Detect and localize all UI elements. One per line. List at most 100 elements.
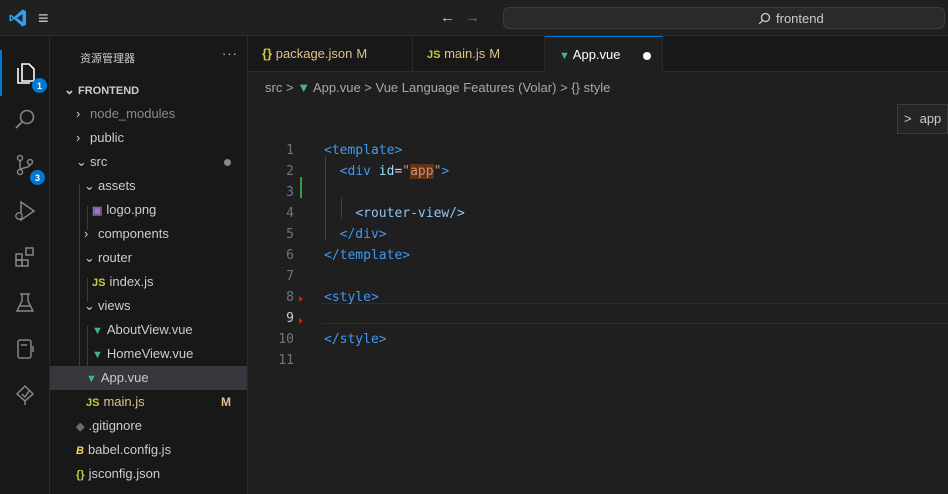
outline-peek-widget[interactable]: > app <box>897 104 948 134</box>
modified-badge: M <box>356 46 368 61</box>
code-token-highlighted: app <box>410 164 434 179</box>
search-text: frontend <box>776 11 824 26</box>
explorer-badge: 1 <box>32 78 47 93</box>
tree-item-index-js[interactable]: JS index.js <box>50 270 247 294</box>
vue-file-icon: ▼ <box>92 325 103 337</box>
tree-item-babel-config[interactable]: Bbabel.config.js <box>50 438 247 462</box>
tree-item-assets[interactable]: ⌄ assets <box>50 174 247 198</box>
breadcrumb-style[interactable]: style <box>584 80 611 95</box>
code-line: 5 </div> <box>248 224 948 245</box>
line-number: 8 <box>286 290 294 305</box>
line-number: 7 <box>286 269 294 284</box>
tree-item-src[interactable]: ⌄ src <box>50 150 247 174</box>
explorer-activity[interactable]: 1 <box>0 50 50 96</box>
git-file-icon: ◆ <box>76 421 85 433</box>
outline-peek-label: app <box>919 111 942 126</box>
notebook-activity[interactable] <box>0 326 50 372</box>
tree-item-public[interactable]: › public <box>50 126 247 150</box>
nav-forward-button[interactable]: → <box>465 9 490 26</box>
code-token: " <box>402 164 411 179</box>
modified-badge: M <box>489 46 501 61</box>
braces-icon: {} <box>571 80 580 95</box>
tree-item-aboutview-vue[interactable]: ▼ AboutView.vue <box>50 318 247 342</box>
vue-file-icon: ▼ <box>559 50 570 62</box>
code-line: 2 <div id="app"> <box>248 161 948 182</box>
scm-badge: 3 <box>30 170 45 185</box>
chevron-down-icon: ⌄ <box>84 178 95 193</box>
tree-item-label: index.js <box>109 274 154 289</box>
extensions-activity[interactable] <box>0 234 50 280</box>
chevron-right-icon: › <box>76 106 81 121</box>
more-actions-icon[interactable]: ··· <box>222 46 238 61</box>
tree-item-router[interactable]: ⌄ router <box>50 246 247 270</box>
tree-item-jsconfig[interactable]: {} jsconfig.json <box>50 462 247 486</box>
js-file-icon: JS <box>92 277 106 289</box>
source-control-activity[interactable]: 3 <box>0 142 50 188</box>
flask-icon <box>15 293 35 312</box>
code-token: > <box>441 164 450 179</box>
code-token: <style> <box>324 290 379 305</box>
tree-item-label: babel.config.js <box>87 442 172 457</box>
code-line: 6 </template> <box>248 245 948 266</box>
tree-item-label: App.vue <box>100 370 149 385</box>
explorer-title: 资源管理器 <box>80 53 135 65</box>
breadcrumb-separator: > <box>285 80 294 95</box>
tab-main-js[interactable]: JS main.js M <box>413 36 545 71</box>
tree-item-label: main.js <box>103 394 145 409</box>
code-line-current: 9 <box>248 308 948 329</box>
breadcrumb-src[interactable]: src <box>265 80 282 95</box>
babel-file-icon: B <box>76 445 84 457</box>
js-file-icon: JS <box>86 397 100 409</box>
chevron-right-icon: > <box>904 111 912 126</box>
tree-item-label: AboutView.vue <box>106 322 193 337</box>
tab-app-vue[interactable]: ▼ App.vue <box>545 36 663 72</box>
json-file-icon: {} <box>76 469 85 481</box>
line-number: 5 <box>286 227 294 242</box>
workspace-root-label: FRONTEND <box>78 85 140 97</box>
vue-file-icon: ▼ <box>297 80 311 95</box>
tab-package-json[interactable]: {} package.json M <box>248 36 413 71</box>
tree-item-label: components <box>98 226 169 241</box>
breadcrumb-separator: > <box>364 80 372 95</box>
tree-item-label: public <box>90 130 124 145</box>
remote-activity[interactable] <box>0 372 50 418</box>
breadcrumb-language-features[interactable]: Vue Language Features (Volar) <box>376 80 557 95</box>
tree-item-gitignore[interactable]: ◆ .gitignore <box>50 414 247 438</box>
menu-icon[interactable]: ≡ <box>38 9 49 27</box>
run-debug-activity[interactable] <box>0 188 50 234</box>
tree-item-app-vue[interactable]: ▼ App.vue <box>50 366 247 390</box>
activity-bar: 1 3 <box>0 36 50 494</box>
search-icon <box>758 12 771 25</box>
code-editor[interactable]: 1 <template> 2 <div id="app"> 3 4 <route… <box>248 100 948 494</box>
breadcrumb-app-vue[interactable]: App.vue <box>313 80 361 95</box>
line-number: 1 <box>286 143 294 158</box>
run-debug-icon <box>15 200 36 222</box>
tree-item-main-js[interactable]: JS main.js M <box>50 390 247 414</box>
code-line: 10 </style> <box>248 329 948 350</box>
tree-item-logo-png[interactable]: ▣ logo.png <box>50 198 247 222</box>
nav-back-button[interactable]: ← <box>440 9 465 26</box>
line-number: 3 <box>286 185 294 200</box>
code-token: <div <box>339 164 371 179</box>
vue-file-icon: ▼ <box>86 373 97 385</box>
tree-item-node-modules[interactable]: › node_modules <box>50 102 247 126</box>
tree-item-homeview-vue[interactable]: ▼ HomeView.vue <box>50 342 247 366</box>
code-token: id <box>378 164 395 179</box>
tree-item-components[interactable]: › components <box>50 222 247 246</box>
unsaved-dot-icon[interactable] <box>642 51 651 60</box>
breadcrumb: src > ▼ App.vue > Vue Language Features … <box>265 80 610 95</box>
command-center-search[interactable]: frontend <box>503 7 945 29</box>
line-number: 10 <box>278 332 294 347</box>
tree-item-views[interactable]: ⌄ views <box>50 294 247 318</box>
tree-item-label: node_modules <box>90 106 176 121</box>
chevron-down-icon: ⌄ <box>76 154 87 169</box>
modified-badge: M <box>221 395 231 409</box>
workspace-root[interactable]: ⌄ FRONTEND <box>50 78 247 102</box>
editor-tabs: {} package.json M JS main.js M ▼ App.vue <box>248 36 948 72</box>
tab-label: package.json <box>275 46 353 61</box>
search-activity[interactable] <box>0 96 50 142</box>
chevron-down-icon: ⌄ <box>84 298 95 313</box>
testing-activity[interactable] <box>0 280 50 326</box>
vue-file-icon: ▼ <box>92 349 103 361</box>
tree-item-label: jsconfig.json <box>88 466 161 481</box>
